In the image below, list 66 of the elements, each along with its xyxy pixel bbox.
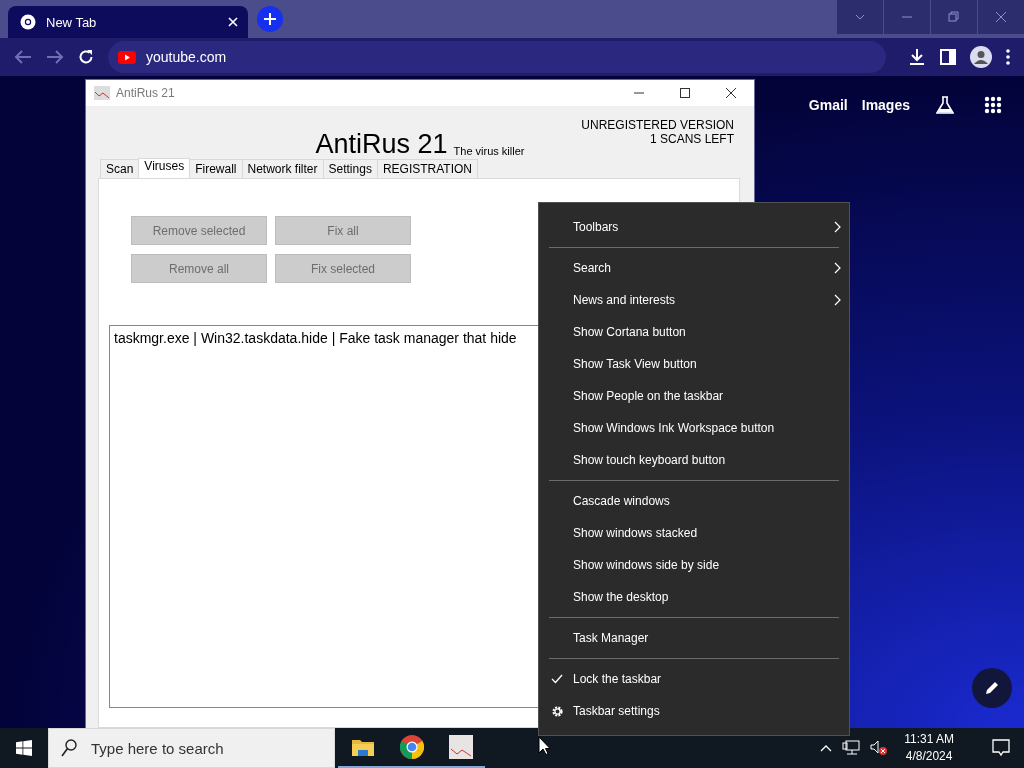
more-menu-icon[interactable] (1006, 49, 1010, 65)
menu-item[interactable]: Cascade windows (539, 485, 849, 517)
app-tagline: The virus killer (453, 145, 525, 159)
plus-icon (264, 13, 276, 25)
app-heading: AntiRus 21 (315, 129, 448, 160)
windows-logo-icon[interactable] (16, 740, 32, 756)
app-icon (94, 86, 110, 100)
folder-icon[interactable] (351, 738, 374, 756)
side-panel-icon[interactable] (940, 49, 956, 65)
search-input[interactable]: Type here to search (89, 738, 323, 758)
clock[interactable]: 11:31 AM 4/8/2024 (904, 731, 954, 765)
license-status: 1 SCANS LEFT (648, 132, 734, 146)
search-icon (61, 739, 77, 757)
tab[interactable]: Viruses (138, 158, 191, 178)
chevron-up-icon[interactable] (820, 744, 833, 752)
taskbar-search-field[interactable]: Type here to search (48, 728, 335, 768)
mouse-pointer-icon (538, 736, 550, 755)
url-text: youtube.com (146, 49, 227, 65)
reload-icon[interactable] (78, 49, 94, 65)
menu-item[interactable]: Show Task View button (539, 348, 849, 380)
network-icon[interactable] (842, 740, 861, 756)
menu-item[interactable]: Task Manager (539, 622, 849, 654)
menu-item[interactable]: Show windows stacked (539, 517, 849, 549)
tab-title: New Tab (46, 14, 98, 30)
menu-item[interactable]: News and interests (539, 284, 849, 316)
menu-item[interactable]: Show touch keyboard button (539, 444, 849, 476)
menu-item[interactable]: Show the desktop (539, 581, 849, 613)
browser-tab[interactable]: New Tab (8, 6, 248, 38)
menu-item[interactable]: Lock the taskbar (539, 663, 849, 695)
app-icon[interactable] (448, 735, 473, 759)
chevron-right-icon (834, 221, 841, 233)
volume-muted-icon[interactable] (870, 740, 889, 756)
menu-item[interactable]: Taskbar settings (539, 695, 849, 727)
video-play-icon (118, 50, 136, 64)
back-arrow-icon[interactable] (14, 49, 32, 65)
new-tab-button[interactable] (257, 6, 283, 32)
window-title: AntiRus 21 (116, 86, 176, 100)
menu-item[interactable]: Show Windows Ink Workspace button (539, 412, 849, 444)
restore-icon[interactable] (948, 11, 960, 23)
apps-grid-icon[interactable] (984, 96, 1002, 114)
menu-item[interactable]: Show People on the taskbar (539, 380, 849, 412)
menu-item[interactable]: Show Cortana button (539, 316, 849, 348)
flask-icon[interactable] (936, 96, 954, 114)
address-bar[interactable]: youtube.com (108, 41, 886, 73)
notification-icon[interactable] (992, 739, 1010, 757)
pencil-icon (985, 681, 999, 695)
header-link[interactable]: Gmail (808, 97, 848, 113)
license-status: UNREGISTERED VERSION (581, 118, 734, 132)
tab[interactable]: REGISTRATION (376, 159, 478, 178)
menu-item[interactable]: Search (539, 252, 849, 284)
menu-item[interactable]: Show windows side by side (539, 549, 849, 581)
header-link[interactable]: Images (861, 97, 910, 113)
menu-item[interactable]: Toolbars (539, 211, 849, 243)
settings-icon (551, 704, 564, 718)
forward-arrow-icon[interactable] (46, 49, 64, 65)
maximize-icon[interactable] (680, 88, 690, 98)
chevron-right-icon (834, 294, 841, 306)
download-icon[interactable] (908, 48, 926, 66)
profile-avatar-icon[interactable] (970, 46, 992, 68)
close-icon[interactable] (726, 88, 736, 98)
chrome-icon (20, 14, 36, 30)
tab[interactable]: Scan (100, 159, 140, 178)
tab[interactable]: Settings (322, 159, 378, 178)
chrome-icon[interactable] (399, 735, 424, 759)
edit-button[interactable] (972, 668, 1012, 708)
chevron-right-icon (834, 262, 841, 274)
